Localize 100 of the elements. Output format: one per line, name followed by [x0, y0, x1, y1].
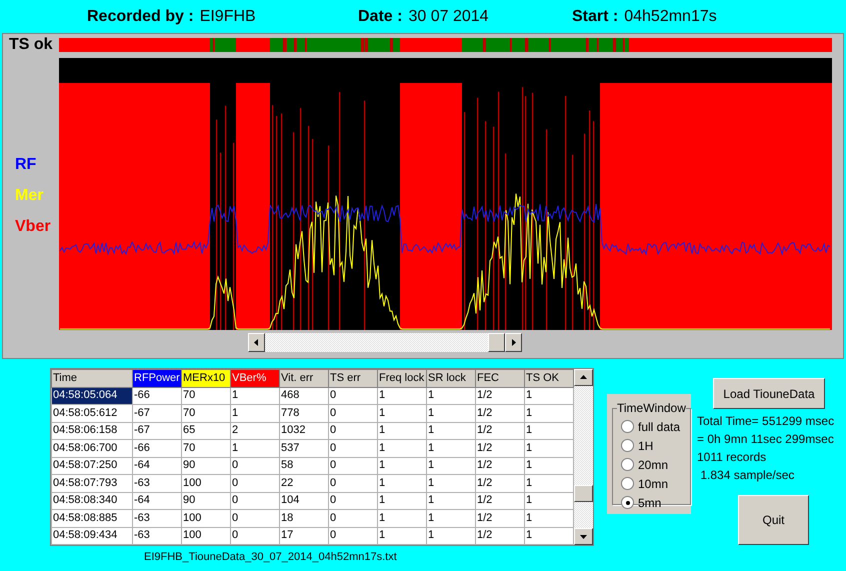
table-cell: 1 [426, 457, 476, 474]
legend-label: Mer [15, 187, 44, 205]
column-header[interactable]: Freq lock [378, 370, 426, 387]
table-cell: 1 [426, 440, 476, 457]
radio-label[interactable]: 5mn [638, 496, 662, 510]
table-cell: 70 [182, 387, 230, 404]
table-cell: 1 [378, 422, 426, 440]
table-cell: 90 [182, 492, 230, 510]
table-cell: 1 [378, 457, 426, 474]
down-arrow-icon [580, 533, 587, 540]
table-cell: 0 [230, 457, 280, 474]
table-cell: 537 [280, 440, 328, 457]
table-cell: 0 [328, 510, 378, 527]
column-header[interactable]: SR lock [426, 370, 476, 387]
scroll-down-button[interactable] [574, 528, 593, 545]
table-cell: 100 [182, 510, 230, 527]
vertical-scrollbar[interactable] [574, 369, 593, 545]
legend-label: RF [15, 156, 38, 174]
column-header[interactable]: TS err [328, 370, 378, 387]
header-label: Date : [358, 8, 402, 26]
table-cell: 1 [426, 510, 476, 527]
radio-button[interactable] [621, 496, 634, 509]
radio-label[interactable]: 10mn [638, 476, 668, 490]
load-data-button[interactable]: Load TiouneData [713, 378, 825, 409]
table-cell: 100 [182, 474, 230, 492]
right-arrow-icon [510, 338, 517, 346]
file-name: EI9FHB_TiouneData_30_07_2014_04h52mn17s.txt [144, 551, 398, 563]
header-label: Start : [572, 8, 618, 26]
table-cell: 0 [328, 492, 378, 510]
radio-button[interactable] [621, 458, 634, 471]
table-cell[interactable]: 04:58:07:793 [52, 474, 132, 492]
table-cell: 1 [378, 492, 426, 510]
scroll-thumb[interactable] [488, 332, 505, 352]
scroll-right-button[interactable] [505, 332, 522, 352]
table-cell: 0 [230, 510, 280, 527]
table-cell[interactable]: 04:58:06:700 [52, 440, 132, 457]
table-cell: -64 [132, 457, 182, 474]
table-cell: 0 [328, 422, 378, 440]
table-cell: 1/2 [476, 404, 524, 422]
quit-button[interactable]: Quit [738, 495, 809, 545]
table-cell: 70 [182, 440, 230, 457]
table-cell: 22 [280, 474, 328, 492]
table-cell: 0 [328, 404, 378, 422]
column-header[interactable]: MERx10 [182, 370, 230, 387]
table-cell: 1 [378, 474, 426, 492]
table-cell: 0 [328, 440, 378, 457]
table-cell: -63 [132, 527, 182, 544]
table-cell[interactable]: 04:58:09:434 [52, 527, 132, 544]
table-cell: 1/2 [476, 474, 524, 492]
table-cell: 0 [230, 474, 280, 492]
table-cell: 0 [328, 457, 378, 474]
table-cell: 58 [280, 457, 328, 474]
horizontal-scrollbar[interactable] [248, 332, 522, 352]
radio-label[interactable]: 1H [638, 438, 654, 452]
table-cell: 1 [230, 440, 280, 457]
header-value: EI9FHB [200, 8, 256, 26]
column-header[interactable]: TS OK [524, 370, 574, 387]
legend-label: Vber [15, 218, 52, 236]
table-cell[interactable]: 04:58:08:885 [52, 510, 132, 527]
column-header[interactable]: VBer% [230, 370, 280, 387]
table-cell: 1 [426, 404, 476, 422]
radio-label[interactable]: 20mn [638, 458, 668, 472]
table-cell: 0 [328, 474, 378, 492]
radio-button[interactable] [621, 439, 634, 452]
table-cell[interactable]: 04:58:05:064 [52, 387, 132, 404]
header-value: 30 07 2014 [408, 8, 489, 26]
table-cell: 0 [230, 527, 280, 544]
column-header[interactable]: RFPower [132, 370, 182, 387]
table-cell: 1 [378, 510, 426, 527]
table-cell: 1/2 [476, 457, 524, 474]
table-cell: 100 [182, 527, 230, 544]
header-label: Recorded by : [87, 8, 194, 26]
table-cell[interactable]: 04:58:06:158 [52, 422, 132, 440]
strip-label: TS ok [8, 36, 54, 54]
scroll-thumb[interactable] [574, 485, 593, 502]
stats-text: Total Time= 551299 msec [697, 414, 834, 428]
stats-text: 1.834 sample/sec [699, 468, 796, 482]
scroll-up-button[interactable] [574, 369, 593, 386]
table-cell[interactable]: 04:58:07:250 [52, 457, 132, 474]
column-header[interactable]: FEC [476, 370, 524, 387]
stats-text: 1011 records [697, 450, 768, 464]
scroll-left-button[interactable] [248, 332, 265, 352]
table-cell: 17 [280, 527, 328, 544]
table-cell: -66 [132, 387, 182, 404]
table-cell: 1 [230, 387, 280, 404]
table-cell: 1 [426, 492, 476, 510]
left-arrow-icon [253, 338, 260, 346]
stats-text: = 0h 9mn 11sec 299msec [697, 432, 834, 446]
radio-button[interactable] [621, 477, 634, 490]
table-cell[interactable]: 04:58:05:612 [52, 404, 132, 422]
table-cell: -67 [132, 404, 182, 422]
table-cell[interactable]: 04:58:08:340 [52, 492, 132, 510]
radio-label[interactable]: full data [638, 420, 680, 434]
table-cell: 90 [182, 457, 230, 474]
column-header[interactable]: Time [52, 370, 132, 387]
radio-button[interactable] [621, 420, 634, 433]
table-cell: -67 [132, 422, 182, 440]
header-value: 04h52mn17s [624, 8, 717, 26]
table-cell: 1/2 [476, 492, 524, 510]
column-header[interactable]: Vit. err [280, 370, 328, 387]
